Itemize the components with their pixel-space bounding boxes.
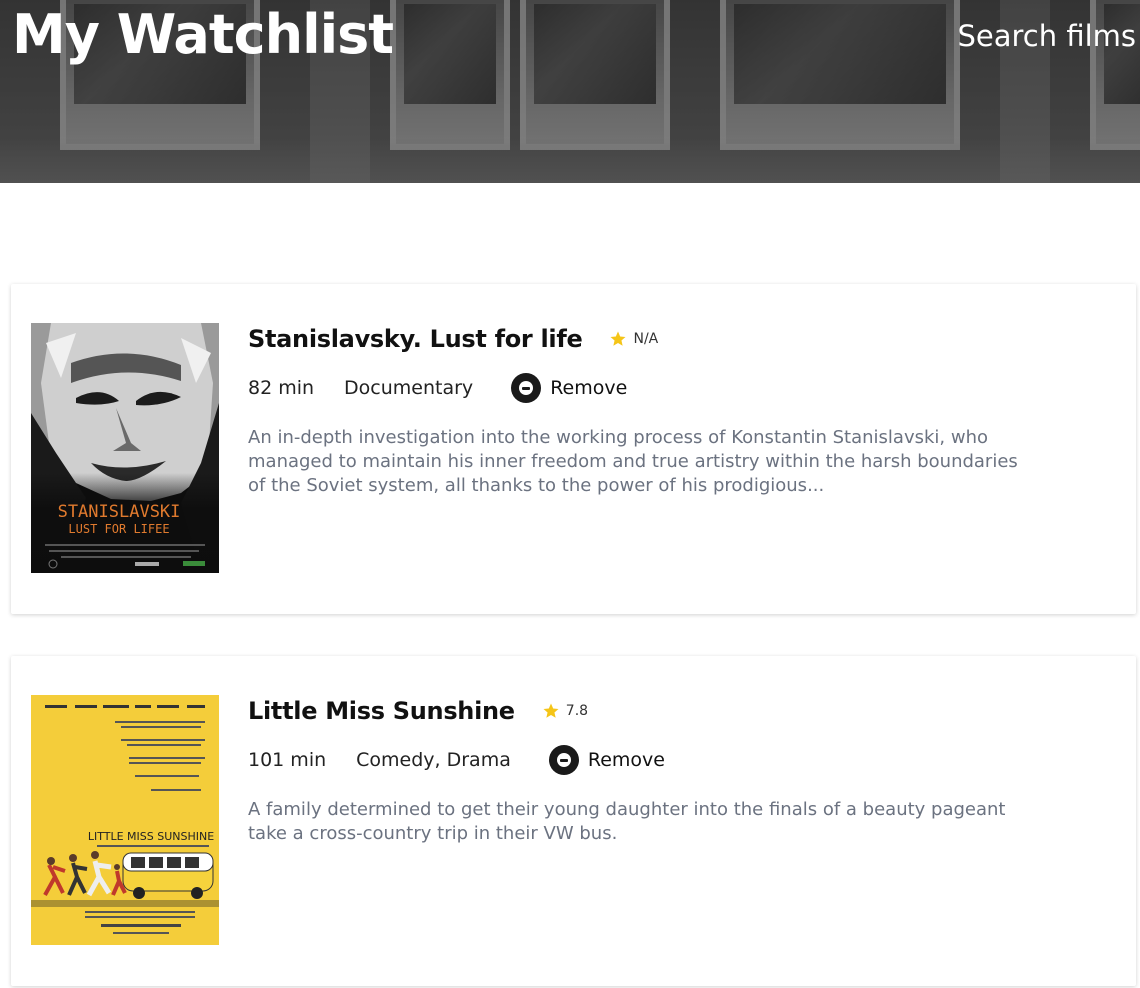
search-films-link[interactable]: Search films (957, 16, 1136, 56)
remove-button[interactable]: Remove (548, 745, 665, 775)
star-icon (542, 702, 560, 720)
film-rating: 7.8 (542, 702, 588, 720)
remove-icon[interactable] (548, 745, 579, 775)
film-title[interactable]: Stanislavsky. Lust for life (248, 325, 583, 353)
film-rating: N/A (609, 330, 658, 348)
remove-icon[interactable] (511, 373, 542, 403)
poster-title-line2: LUST FOR LIFEE (68, 522, 169, 536)
film-description: A family determined to get their young d… (248, 799, 1006, 844)
film-info: Little Miss Sunshine 7.8 101 min Comedy,… (248, 694, 1108, 846)
film-runtime: 101 min (248, 749, 327, 771)
remove-label[interactable]: Remove (588, 749, 665, 771)
star-icon (609, 330, 627, 348)
watchlist-item: STANISLAVSKI LUST FOR LIFEE Stanislavsky… (11, 284, 1136, 614)
rating-value: 7.8 (565, 703, 589, 719)
poster-title-line1: STANISLAVSKI (58, 502, 181, 522)
film-poster[interactable]: LITTLE MISS SUNSHINE (31, 695, 219, 945)
film-title[interactable]: Little Miss Sunshine (248, 697, 515, 725)
rating-value: N/A (633, 331, 659, 347)
page-header: My Watchlist Search films (0, 0, 1140, 183)
film-genre: Comedy, Drama (356, 749, 511, 771)
film-genre: Documentary (344, 377, 474, 399)
film-poster[interactable]: STANISLAVSKI LUST FOR LIFEE (31, 323, 219, 573)
film-description: An in-depth investigation into the worki… (248, 427, 1018, 496)
poster-title: LITTLE MISS SUNSHINE (88, 830, 214, 843)
remove-button[interactable]: Remove (511, 373, 627, 403)
film-runtime: 82 min (248, 377, 315, 399)
watchlist-item: LITTLE MISS SUNSHINE Little Miss Sunshin… (11, 656, 1136, 986)
film-info: Stanislavsky. Lust for life N/A 82 min D… (248, 322, 1108, 498)
page-title: My Watchlist (12, 3, 394, 66)
remove-label[interactable]: Remove (550, 377, 627, 399)
